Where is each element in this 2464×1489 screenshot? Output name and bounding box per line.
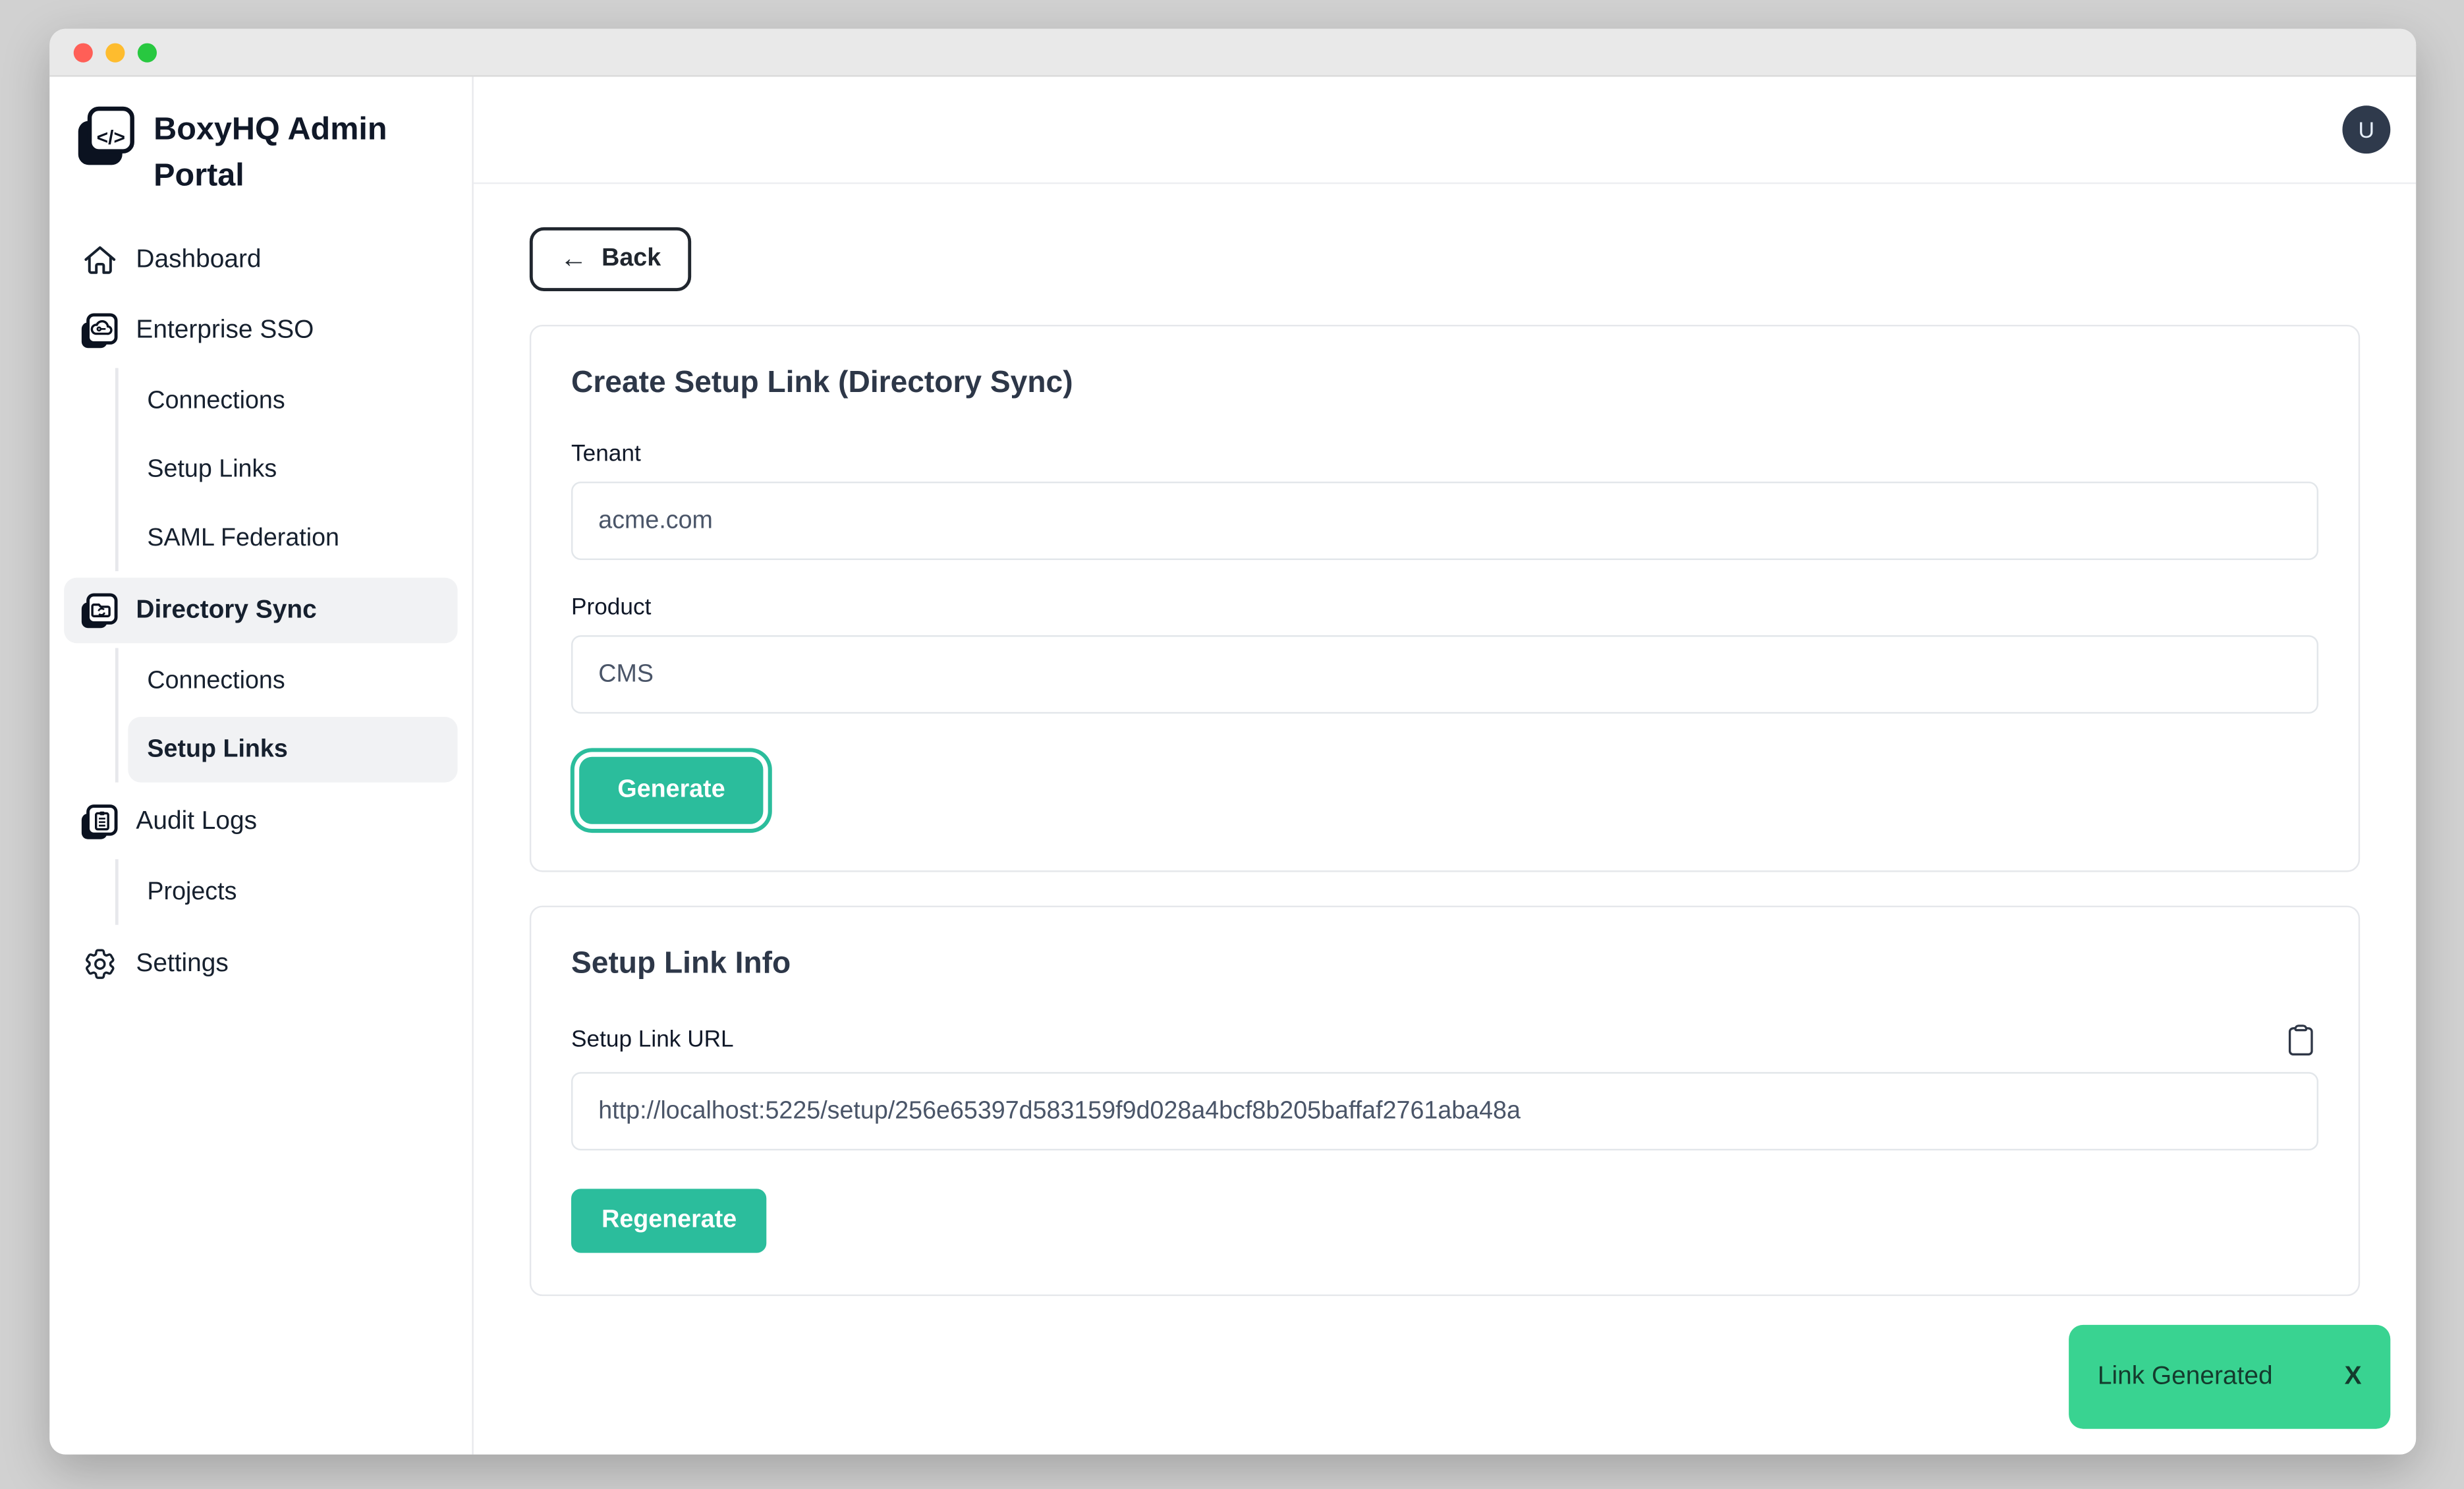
generate-button[interactable]: Generate (579, 757, 764, 824)
sidebar-subitem-sso-connections[interactable]: Connections (128, 368, 457, 434)
url-label-row: Setup Link URL (571, 1023, 2318, 1057)
sidebar-subitem-projects[interactable]: Projects (128, 859, 457, 925)
sidebar-item-label: Audit Logs (136, 807, 257, 836)
sidebar-item-label: Dashboard (136, 246, 261, 275)
app-body: </> BoxyHQ Admin Portal Dashboard (49, 77, 2416, 1455)
clipboard-copy-icon (2283, 1038, 2318, 1062)
boxyhq-logo-icon: </> (75, 104, 136, 171)
toast-close-button[interactable]: X (2345, 1363, 2362, 1391)
sidebar: </> BoxyHQ Admin Portal Dashboard (49, 77, 474, 1455)
setup-link-url-label: Setup Link URL (571, 1027, 734, 1053)
sidebar-item-dashboard[interactable]: Dashboard (64, 227, 457, 293)
back-arrow-icon: ← (560, 243, 587, 275)
sidebar-subnav-audit-logs: Projects (115, 859, 458, 925)
window-zoom-button[interactable] (138, 42, 157, 61)
sidebar-subitem-dsync-connections[interactable]: Connections (128, 648, 457, 714)
product-field-group: Product (571, 595, 2318, 714)
tenant-label: Tenant (571, 441, 2318, 467)
back-button[interactable]: ← Back (530, 227, 691, 291)
main-pane: U ← Back Create Setup Link (Directory Sy… (474, 77, 2416, 1455)
sidebar-subitem-label: Setup Links (147, 455, 277, 484)
tenant-field-group: Tenant (571, 441, 2318, 560)
product-label: Product (571, 595, 2318, 621)
sidebar-subitem-label: Setup Links (147, 735, 287, 764)
sidebar-subitem-label: Projects (147, 878, 237, 907)
window-minimize-button[interactable] (105, 42, 125, 61)
create-setup-link-card: Create Setup Link (Directory Sync) Tenan… (530, 325, 2360, 872)
window-titlebar (49, 29, 2416, 77)
user-avatar[interactable]: U (2342, 105, 2390, 154)
copy-url-button[interactable] (2283, 1023, 2318, 1057)
home-icon (80, 240, 118, 279)
avatar-initial: U (2359, 117, 2375, 142)
sidebar-item-label: Settings (136, 949, 228, 978)
desktop: </> BoxyHQ Admin Portal Dashboard (0, 0, 2464, 1489)
app-window: </> BoxyHQ Admin Portal Dashboard (49, 29, 2416, 1455)
page-content: ← Back Create Setup Link (Directory Sync… (474, 184, 2416, 1454)
audit-logs-box-icon (80, 802, 118, 841)
sidebar-item-directory-sync[interactable]: Directory Sync (64, 578, 457, 644)
sidebar-item-settings[interactable]: Settings (64, 931, 457, 997)
window-close-button[interactable] (74, 42, 93, 61)
svg-text:</>: </> (97, 126, 125, 148)
sso-box-icon (80, 311, 118, 349)
back-button-label: Back (602, 245, 661, 274)
setup-link-info-card: Setup Link Info Setup Link URL (530, 906, 2360, 1297)
brand: </> BoxyHQ Admin Portal (64, 104, 457, 200)
tenant-input[interactable] (571, 482, 2318, 560)
setup-link-url-input[interactable] (571, 1072, 2318, 1150)
sidebar-item-enterprise-sso[interactable]: Enterprise SSO (64, 298, 457, 364)
toast-link-generated: Link Generated X (2069, 1325, 2390, 1429)
regenerate-button[interactable]: Regenerate (571, 1189, 767, 1252)
create-card-title: Create Setup Link (Directory Sync) (571, 366, 2318, 401)
directory-sync-box-icon (80, 591, 118, 629)
gear-icon (80, 945, 118, 983)
sidebar-subitem-label: SAML Federation (147, 524, 339, 553)
info-card-title: Setup Link Info (571, 947, 2318, 982)
sidebar-item-label: Enterprise SSO (136, 316, 314, 345)
sidebar-item-label: Directory Sync (136, 596, 316, 625)
sidebar-subitem-label: Connections (147, 666, 285, 695)
product-input[interactable] (571, 635, 2318, 714)
sidebar-item-audit-logs[interactable]: Audit Logs (64, 789, 457, 855)
toast-message: Link Generated (2098, 1363, 2273, 1391)
sidebar-subitem-dsync-setup-links[interactable]: Setup Links (128, 717, 457, 783)
brand-title: BoxyHQ Admin Portal (154, 107, 446, 200)
sidebar-subitem-label: Connections (147, 386, 285, 415)
sidebar-nav: Dashboard Enterprise SSO (64, 227, 457, 997)
sidebar-subitem-sso-setup-links[interactable]: Setup Links (128, 437, 457, 503)
sidebar-subitem-saml-federation[interactable]: SAML Federation (128, 505, 457, 571)
sidebar-subnav-directory-sync: Connections Setup Links (115, 648, 458, 783)
sidebar-subnav-enterprise-sso: Connections Setup Links SAML Federation (115, 368, 458, 571)
topbar: U (474, 77, 2416, 184)
